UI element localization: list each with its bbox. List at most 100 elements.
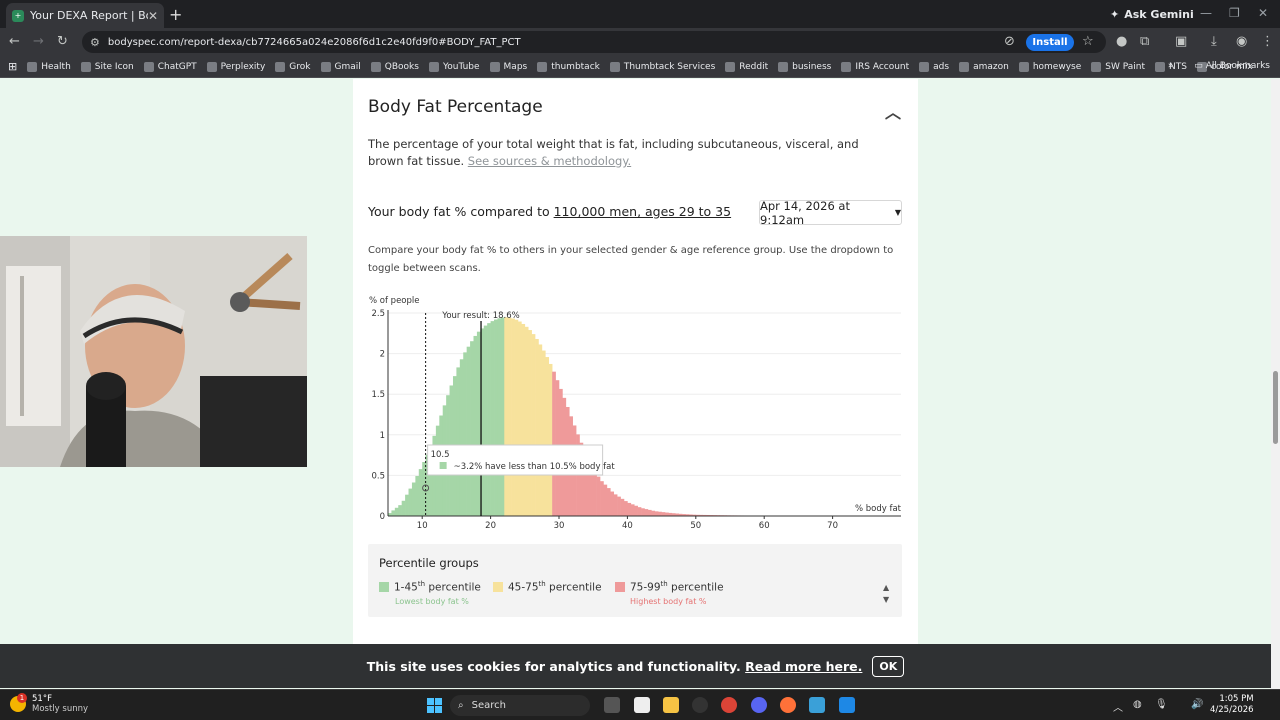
- bookmark-label: Gmail: [334, 61, 361, 72]
- tooltip-value: 10.5: [431, 450, 450, 460]
- menu-kebab-icon[interactable]: ⋮: [1261, 34, 1274, 49]
- address-bar[interactable]: ⚙ bodyspec.com/report-dexa/cb7724665a024…: [82, 31, 1106, 53]
- group-low-label: 1-45th percentile: [394, 580, 481, 594]
- bookmark-item[interactable]: Health: [27, 61, 71, 72]
- bookmark-item[interactable]: Thumbtack Services: [609, 61, 715, 72]
- task-view-icon[interactable]: [604, 697, 620, 713]
- close-window-icon[interactable]: ✕: [1258, 6, 1268, 20]
- microphone-icon[interactable]: 🎙: [1155, 699, 1168, 710]
- bookmark-label: business: [792, 61, 832, 72]
- all-bookmarks-folder[interactable]: » ▭ All Bookmarks: [1168, 61, 1270, 71]
- firefox-icon[interactable]: [780, 697, 796, 713]
- bookmark-label: Grok: [289, 61, 311, 72]
- legend-scroll-arrows[interactable]: ▲ ▼: [883, 582, 889, 606]
- y-tick-label: 0.5: [371, 471, 385, 481]
- histogram-bar: [610, 491, 615, 516]
- eye-off-icon[interactable]: ⊘: [1004, 34, 1015, 49]
- bookmark-item[interactable]: QBooks: [370, 61, 419, 72]
- reload-icon[interactable]: ↻: [57, 34, 68, 49]
- histogram-bar: [637, 507, 642, 516]
- histogram-bar: [552, 371, 556, 516]
- system-clock[interactable]: 1:05 PM 4/25/2026: [1210, 694, 1254, 716]
- histogram-bar: [654, 511, 659, 516]
- bookmark-item[interactable]: thumbtack: [537, 61, 600, 72]
- bookmark-item[interactable]: ChatGPT: [143, 61, 197, 72]
- cookie-text: This site uses cookies for analytics and…: [366, 658, 741, 674]
- bookmark-item[interactable]: Reddit: [725, 61, 769, 72]
- histogram-bar: [593, 470, 597, 516]
- caret-down-icon: ▼: [894, 208, 901, 217]
- bookmark-item[interactable]: amazon: [959, 61, 1009, 72]
- apps-grid-icon[interactable]: ⊞: [8, 60, 17, 73]
- y-tick-label: 1.5: [371, 390, 385, 400]
- arrow-up-icon[interactable]: ▲: [883, 582, 889, 594]
- bookmark-item[interactable]: ads: [919, 61, 949, 72]
- forward-arrow-icon[interactable]: →: [33, 34, 44, 49]
- maximize-icon[interactable]: ❐: [1229, 6, 1240, 20]
- extension-puzzle-icon[interactable]: ●: [1116, 34, 1127, 49]
- download-icon[interactable]: ⤓: [1211, 34, 1217, 49]
- histogram-bar: [617, 496, 621, 516]
- sun-icon: 1: [10, 693, 27, 712]
- scrollbar-thumb[interactable]: [1273, 371, 1278, 444]
- page-scrollbar[interactable]: [1271, 79, 1280, 689]
- chevron-right-icon[interactable]: »: [1168, 61, 1174, 71]
- bookmark-favicon-icon: [1018, 61, 1029, 72]
- histogram-bar: [538, 344, 543, 516]
- cookie-ok-button[interactable]: OK: [872, 655, 905, 677]
- reference-group-link[interactable]: 110,000 men, ages 29 to 35: [554, 204, 731, 219]
- install-label: Install: [1032, 37, 1068, 48]
- collapse-chevron-up-icon[interactable]: ︿: [885, 99, 901, 123]
- close-tab-icon[interactable]: ✕: [148, 9, 158, 23]
- bookmark-item[interactable]: Grok: [275, 61, 311, 72]
- ask-gemini-button[interactable]: ✦ Ask Gemini: [1104, 5, 1200, 23]
- bookmark-label: Reddit: [739, 61, 769, 72]
- bookmark-item[interactable]: Maps: [489, 61, 527, 72]
- paint-icon[interactable]: [839, 697, 855, 713]
- bookmark-favicon-icon: [80, 61, 91, 72]
- notepad-icon[interactable]: [634, 697, 650, 713]
- x-tick-label: 60: [759, 521, 770, 531]
- new-tab-icon[interactable]: +: [169, 5, 182, 24]
- app-icon[interactable]: [692, 697, 708, 713]
- profile-avatar-icon[interactable]: ◉: [1236, 34, 1247, 49]
- bookmark-item[interactable]: Site Icon: [80, 61, 134, 72]
- taskbar-search[interactable]: ⌕ Search: [450, 695, 590, 716]
- arrow-down-icon[interactable]: ▼: [883, 594, 889, 606]
- body-fat-distribution-chart[interactable]: 0 0.5 1 1.5 2 2.5 10 20 30 40 50 60 70 % body fat Your…: [361, 292, 906, 537]
- bookmark-item[interactable]: Gmail: [320, 61, 361, 72]
- discord-icon[interactable]: [751, 697, 767, 713]
- chrome-icon[interactable]: [721, 697, 737, 713]
- x-tick-label: 30: [554, 521, 565, 531]
- bookmark-item[interactable]: IRS Account: [841, 61, 909, 72]
- bookmark-item[interactable]: SW Paint: [1091, 61, 1145, 72]
- bookmark-item[interactable]: Perplexity: [206, 61, 265, 72]
- network-icon[interactable]: ◍: [1133, 699, 1142, 710]
- bodyspec-favicon-icon: +: [12, 9, 24, 22]
- back-arrow-icon[interactable]: ←: [9, 34, 20, 49]
- file-explorer-icon[interactable]: [663, 697, 679, 713]
- bookmark-star-icon[interactable]: ☆: [1082, 34, 1094, 49]
- minimize-icon[interactable]: —: [1200, 6, 1212, 20]
- bookmark-item[interactable]: YouTube: [428, 61, 480, 72]
- weather-widget[interactable]: 1 51°F Mostly sunny: [10, 693, 88, 714]
- bookmark-item[interactable]: business: [778, 61, 832, 72]
- bookmark-label: ChatGPT: [157, 61, 197, 72]
- sources-methodology-link[interactable]: See sources & methodology.: [468, 154, 631, 168]
- x-tick-label: 50: [690, 521, 701, 531]
- tray-chevron-up-icon[interactable]: ︿: [1113, 699, 1123, 714]
- active-tab[interactable]: + Your DEXA Report | BodySpec ✕: [6, 3, 164, 28]
- windows-start-icon[interactable]: [427, 698, 442, 713]
- scan-date-dropdown[interactable]: Apr 14, 2026 at 9:12am ▼: [759, 199, 902, 227]
- extensions-icon[interactable]: ⧉: [1140, 34, 1149, 49]
- histogram-bar: [466, 346, 471, 516]
- volume-icon[interactable]: 🔊: [1191, 699, 1203, 710]
- side-panel-icon[interactable]: ▣: [1175, 34, 1187, 49]
- site-info-icon[interactable]: ⚙: [90, 36, 100, 49]
- histogram-bar: [641, 508, 645, 516]
- bookmark-item[interactable]: homewyse: [1018, 61, 1081, 72]
- app-gear-icon[interactable]: [809, 697, 825, 713]
- install-button[interactable]: Install: [1026, 34, 1074, 51]
- histogram-bar: [535, 338, 539, 516]
- cookie-read-more-link[interactable]: Read more here.: [745, 659, 862, 674]
